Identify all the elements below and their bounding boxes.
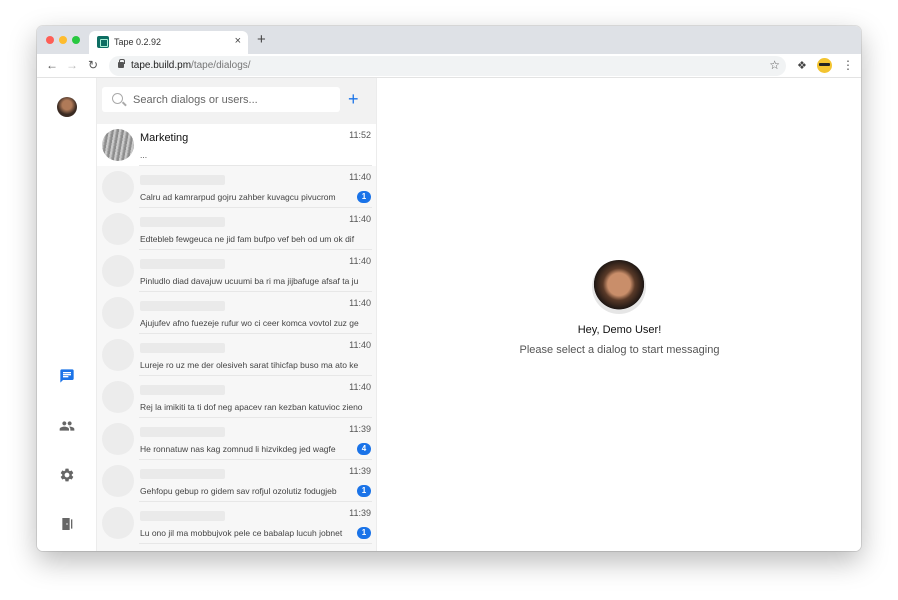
- tab-title: Tape 0.2.92: [114, 37, 162, 47]
- close-window-button[interactable]: [46, 36, 54, 44]
- tape-favicon-icon: [97, 36, 109, 48]
- dialog-avatar: [102, 255, 134, 287]
- dialog-time: 11:52: [349, 130, 371, 140]
- dialog-name: Marketing: [140, 132, 189, 144]
- dialog-time: 11:40: [349, 214, 371, 224]
- lock-icon: [118, 59, 125, 68]
- dialog-snippet: Ajujufev afno fuezeje rufur wo ci ceer k…: [140, 318, 359, 328]
- dialog-snippet: He ronnatuw nas kag zomnud li hizvikdeg …: [140, 444, 336, 454]
- unread-badge: 1: [357, 191, 371, 203]
- browser-menu-kebab-icon[interactable]: ⋮: [842, 58, 854, 72]
- conversation-area: Hey, Demo User! Please select a dialog t…: [378, 78, 861, 551]
- dialog-time: 11:40: [349, 172, 371, 182]
- dialog-time: 11:40: [349, 298, 371, 308]
- search-bar: +: [97, 78, 376, 124]
- dialog-row[interactable]: 11:40 Ajujufev afno fuezeje rufur wo ci c…: [97, 292, 376, 334]
- dialog-row[interactable]: 11:40 Lureje ro uz me der olesiveh sarat …: [97, 334, 376, 376]
- reload-icon[interactable]: ↻: [88, 58, 98, 72]
- dialog-time: 11:39: [349, 424, 371, 434]
- dialog-snippet: Edtebleb fewgeuca ne jid fam bufpo vef b…: [140, 234, 355, 244]
- welcome-subtitle: Please select a dialog to start messagin…: [519, 344, 720, 356]
- dialog-time: 11:39: [349, 466, 371, 476]
- people-icon[interactable]: [59, 418, 75, 434]
- welcome-avatar: [592, 260, 646, 314]
- dialog-snippet: Gehfopu gebup ro gidem sav rofjul ozolut…: [140, 486, 337, 496]
- url-text: tape.build.pm/tape/dialogs/: [131, 60, 251, 71]
- dialog-row[interactable]: 11:39 Lu ono jil ma mobbujvok pele ce bab…: [97, 502, 376, 544]
- dialog-row[interactable]: 11:40 Rej la imikiti ta ti dof neg apacev…: [97, 376, 376, 418]
- welcome-title: Hey, Demo User!: [577, 324, 662, 336]
- unread-badge: 1: [357, 485, 371, 497]
- browser-toolbar: ← → ↻ tape.build.pm/tape/dialogs/ ☆ ❖ ⋮: [37, 54, 861, 78]
- dialog-avatar: [102, 213, 134, 245]
- browser-window: Tape 0.2.92 × + ← → ↻ tape.build.pm/tape…: [37, 26, 861, 551]
- zoom-window-button[interactable]: [72, 36, 80, 44]
- gear-icon[interactable]: [59, 467, 75, 483]
- dialog-name-placeholder: [140, 217, 225, 227]
- nav-rail: [37, 78, 97, 551]
- user-avatar[interactable]: [57, 97, 77, 117]
- dialog-time: 11:39: [349, 508, 371, 518]
- dialog-snippet: Lu ono jil ma mobbujvok pele ce babalap …: [140, 528, 343, 538]
- dialog-avatar: [102, 339, 134, 371]
- address-bar[interactable]: tape.build.pm/tape/dialogs/ ☆: [109, 56, 786, 76]
- dialog-time: 11:40: [349, 382, 371, 392]
- dialog-avatar: [102, 423, 134, 455]
- dialog-name-placeholder: [140, 259, 225, 269]
- dialog-snippet: Rej la imikiti ta ti dof neg apacev ran …: [140, 402, 363, 412]
- search-box[interactable]: [102, 87, 340, 112]
- dialog-snippet: Calru ad kamrarpud gojru zahber kuvagcu …: [140, 192, 336, 202]
- tab-close-icon[interactable]: ×: [235, 35, 241, 47]
- search-icon: [112, 93, 123, 104]
- dialog-row[interactable]: 11:39 He ronnatuw nas kag zomnud li hizvi…: [97, 418, 376, 460]
- dialog-name-placeholder: [140, 343, 225, 353]
- dialog-snippet: Lureje ro uz me der olesiveh sarat tihic…: [140, 360, 359, 370]
- dialog-name-placeholder: [140, 469, 225, 479]
- dialog-avatar: [102, 465, 134, 497]
- back-arrow-icon[interactable]: ←: [46, 58, 58, 72]
- url-path: /tape/dialogs/: [191, 60, 251, 71]
- url-host: tape.build.pm: [131, 60, 192, 71]
- bookmark-star-icon[interactable]: ☆: [769, 58, 780, 72]
- dialog-avatar: [102, 297, 134, 329]
- dialog-row[interactable]: 11:40 Pinludlo diad davajuw ucuumi ba ri …: [97, 250, 376, 292]
- dialog-avatar: [102, 507, 134, 539]
- new-tab-button[interactable]: +: [257, 31, 266, 49]
- browser-tab[interactable]: Tape 0.2.92 ×: [89, 31, 248, 54]
- dialog-row[interactable]: 11:40 Edtebleb fewgeuca ne jid fam bufpo …: [97, 208, 376, 250]
- unread-badge: 4: [357, 443, 371, 455]
- dialog-name-placeholder: [140, 427, 225, 437]
- chat-icon[interactable]: [59, 368, 75, 384]
- dialog-name-placeholder: [140, 385, 225, 395]
- dialog-name-placeholder: [140, 511, 225, 521]
- profile-avatar-icon[interactable]: [817, 58, 832, 73]
- dialog-row[interactable]: 11:40 Calru ad kamrarpud gojru zahber kuv…: [97, 166, 376, 208]
- row-divider: [139, 543, 372, 544]
- dialog-row[interactable]: 11:39 Gehfopu gebup ro gidem sav rofjul o…: [97, 460, 376, 502]
- dialog-time: 11:40: [349, 340, 371, 350]
- dialog-row[interactable]: Marketing 11:52...: [97, 124, 376, 166]
- search-input[interactable]: [133, 91, 333, 108]
- dialog-avatar: [102, 171, 134, 203]
- dialog-name-placeholder: [140, 301, 225, 311]
- dialog-avatar: [102, 129, 134, 161]
- extensions-puzzle-icon[interactable]: ❖: [797, 59, 807, 72]
- dialog-time: 11:40: [349, 256, 371, 266]
- minimize-window-button[interactable]: [59, 36, 67, 44]
- dialog-snippet: ...: [140, 150, 148, 160]
- dialog-snippet: Pinludlo diad davajuw ucuumi ba ri ma ji…: [140, 276, 359, 286]
- add-dialog-button[interactable]: +: [348, 88, 359, 110]
- unread-badge: 1: [357, 527, 371, 539]
- forward-arrow-icon[interactable]: →: [66, 58, 78, 72]
- dialog-avatar: [102, 381, 134, 413]
- dialog-list-panel: + Marketing 11:52... 11:40 Calru ad kamrarp…: [97, 78, 377, 551]
- exit-door-icon[interactable]: [59, 516, 75, 532]
- dialog-name-placeholder: [140, 175, 225, 185]
- tab-strip: Tape 0.2.92 × +: [37, 26, 861, 54]
